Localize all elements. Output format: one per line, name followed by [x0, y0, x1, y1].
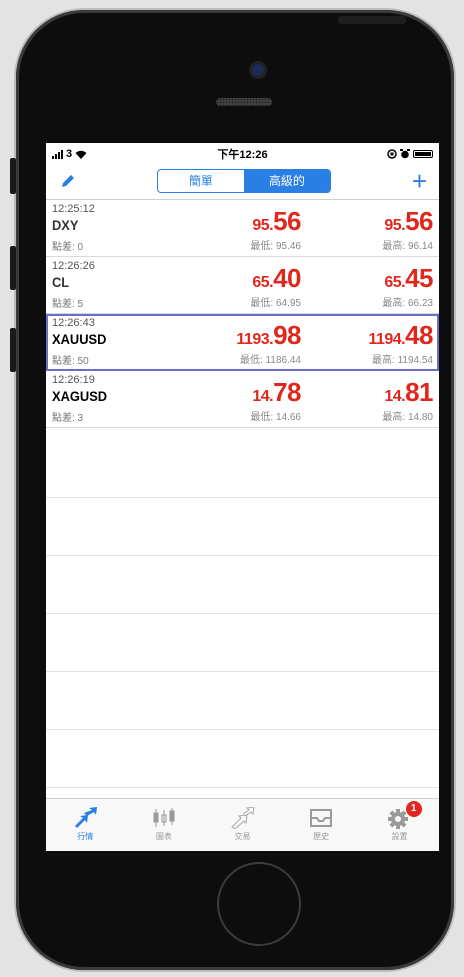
ask-price: 65.45: [384, 263, 433, 293]
carrier-label: 3: [66, 148, 73, 160]
trade-arrow-icon: [231, 807, 255, 829]
tab-history[interactable]: 歷史: [291, 799, 351, 842]
bid-price: 14.78: [252, 377, 301, 407]
quote-time: 12:26:26: [52, 260, 95, 272]
high-value: 最高: 1194.54: [372, 355, 433, 366]
mode-segmented-control: 簡單 高級的: [156, 169, 331, 193]
ask-price: 1194.48: [368, 320, 433, 350]
list-divider: [46, 613, 439, 614]
high-value: 最高: 96.14: [382, 241, 433, 252]
tab-settings[interactable]: 1 設置: [370, 799, 430, 842]
low-value: 最低: 1186.44: [240, 355, 301, 366]
quote-spread: 點差: 0: [52, 242, 84, 253]
tab-trade[interactable]: 交易: [212, 799, 272, 842]
volume-down-button: [10, 328, 16, 372]
quote-time: 12:26:43: [52, 317, 95, 329]
segment-advanced[interactable]: 高級的: [243, 170, 330, 192]
quote-time: 12:26:19: [52, 374, 95, 386]
tab-label: 設置: [391, 832, 408, 841]
quote-row-cl[interactable]: 12:26:26 CL 點差: 5 65.40 65.45 最低: 64.95 …: [46, 257, 439, 314]
low-value: 最低: 95.46: [250, 241, 301, 252]
top-toolbar: 簡單 高級的 +: [46, 163, 439, 200]
earpiece-speaker: [216, 98, 272, 106]
volume-up-button: [10, 246, 16, 290]
list-divider: [46, 729, 439, 730]
tab-charts[interactable]: 圖表: [134, 799, 194, 842]
quote-symbol: XAGUSD: [52, 388, 108, 404]
quote-row-xauusd[interactable]: 12:26:43 XAUUSD 點差: 50 1193.98 1194.48 最…: [46, 314, 439, 371]
quotes-list: 12:25:12 DXY 點差: 0 95.56 95.56 最低: 95.46…: [46, 200, 439, 428]
home-button[interactable]: [217, 862, 301, 946]
tab-label: 圖表: [155, 832, 172, 841]
high-value: 最高: 66.23: [382, 298, 433, 309]
ask-price: 95.56: [384, 206, 433, 236]
battery-icon: [412, 150, 433, 158]
low-value: 最低: 64.95: [250, 298, 301, 309]
bid-price: 95.56: [252, 206, 301, 236]
tab-quotes[interactable]: 行情: [55, 799, 115, 842]
front-camera: [252, 64, 264, 76]
signal-icon: [52, 149, 63, 159]
quote-symbol: DXY: [52, 217, 79, 233]
tab-label: 行情: [77, 832, 94, 841]
wifi-icon: [75, 150, 87, 159]
status-bar: 3 下午12:26: [46, 145, 439, 163]
list-divider: [46, 787, 439, 788]
inbox-history-icon: [310, 809, 333, 827]
quote-spread: 點差: 5: [52, 299, 84, 310]
plus-icon[interactable]: +: [412, 168, 427, 194]
notification-badge: 1: [405, 801, 422, 817]
ask-price: 14.81: [384, 377, 433, 407]
bid-price: 65.40: [252, 263, 301, 293]
power-button: [338, 16, 406, 24]
segment-simple[interactable]: 簡單: [158, 170, 244, 192]
mute-switch: [10, 158, 16, 194]
list-divider: [46, 497, 439, 498]
quote-symbol: XAUUSD: [52, 331, 107, 347]
tab-label: 交易: [234, 832, 251, 841]
quote-time: 12:25:12: [52, 203, 95, 215]
pencil-icon[interactable]: [60, 173, 76, 189]
list-divider: [46, 555, 439, 556]
list-divider: [46, 671, 439, 672]
candlestick-chart-icon: [153, 808, 175, 827]
quote-row-xagusd[interactable]: 12:26:19 XAGUSD 點差: 3 14.78 14.81 最低: 14…: [46, 371, 439, 428]
bottom-tab-bar: 行情 圖表 交易 歷史 1 設置: [46, 798, 439, 851]
quotes-arrows-icon: [75, 807, 98, 828]
quote-spread: 點差: 3: [52, 413, 84, 424]
bid-price: 1193.98: [236, 320, 301, 350]
app-screen: 3 下午12:26 簡單 高級的 + 12:25:12 DXY 點差: 0 95…: [46, 143, 439, 851]
quote-spread: 點差: 50: [52, 356, 89, 367]
quote-symbol: CL: [52, 274, 70, 290]
high-value: 最高: 14.80: [382, 412, 433, 423]
rotation-lock-icon: [387, 149, 397, 159]
low-value: 最低: 14.66: [250, 412, 301, 423]
status-time: 下午12:26: [217, 149, 268, 161]
quote-row-dxy[interactable]: 12:25:12 DXY 點差: 0 95.56 95.56 最低: 95.46…: [46, 200, 439, 257]
alarm-icon: [399, 149, 410, 159]
tab-label: 歷史: [313, 832, 330, 841]
